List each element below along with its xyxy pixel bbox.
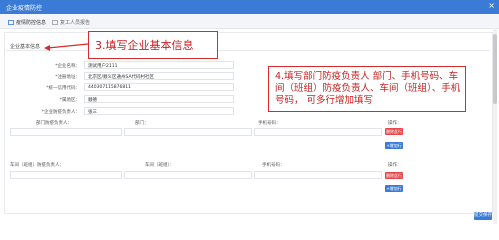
dept-delete-row-button[interactable]: 删除此行 — [385, 128, 403, 135]
company-contact-input[interactable] — [84, 107, 234, 115]
team-contact-input[interactable] — [10, 171, 122, 179]
dept-input[interactable] — [124, 128, 252, 136]
team-add-row-button[interactable]: +增加行 — [385, 185, 403, 192]
annotation-arrow — [44, 43, 89, 51]
field-label-credit-code: *统一信用代码： — [46, 86, 80, 91]
tab-epidemic-info[interactable]: 疫情防控信息 — [8, 19, 46, 27]
save-button[interactable]: 提交保存 — [474, 212, 492, 220]
team-header: 车间（班组）： — [145, 163, 175, 168]
region-value: 顺德 — [88, 98, 97, 103]
field-label-company-name: *企业名称： — [55, 64, 80, 69]
dept-header: 部门： — [135, 121, 149, 126]
section-title: 企业基本信息 — [10, 44, 41, 50]
window-title: 企业疫情防控 — [6, 5, 43, 12]
dept-action-header: 操作： — [388, 121, 402, 126]
team-input[interactable] — [124, 171, 252, 179]
region-select[interactable] — [84, 95, 234, 103]
team-phone-input[interactable] — [254, 171, 382, 179]
annotation-step4-box: 4.填写部门防疫负责人 部门、手机号码、车间（班组）防疫负责人、车间（班组）、手… — [268, 66, 466, 112]
credit-code-value: 440307115876811 — [88, 85, 131, 90]
address-value: 北京区/顺义区通州SA代码村社区 — [88, 75, 155, 80]
tab-label: 复工人员报告 — [60, 20, 91, 26]
annotation-step3-text: 3.填写企业基本信息 — [95, 39, 194, 52]
dept-phone-input[interactable] — [254, 128, 382, 136]
team-phone-header: 手机号码： — [262, 163, 285, 168]
dept-phone-header: 手机号码： — [258, 121, 281, 126]
document-icon — [8, 20, 14, 25]
app-window: 企业疫情防控 × 疫情防控信息 复工人员报告 企业基本信息 *企业名称： 测试用… — [0, 0, 499, 228]
field-label-region: *属地区： — [59, 98, 80, 103]
team-action-header: 操作： — [388, 163, 402, 168]
scrollbar-thumb[interactable] — [493, 34, 497, 104]
dept-contact-input[interactable] — [10, 128, 122, 136]
tab-bar: 疫情防控信息 复工人员报告 — [0, 14, 499, 29]
tab-label: 疫情防控信息 — [16, 20, 47, 26]
company-name-value: 测试用户2111 — [88, 64, 118, 69]
document-icon — [52, 20, 58, 25]
close-icon[interactable]: × — [488, 2, 495, 10]
title-bar: 企业疫情防控 × — [0, 0, 499, 14]
annotation-step4-text: 4.填写部门防疫负责人 部门、手机号码、车间（班组）防疫负责人、车间（班组）、手… — [275, 71, 461, 106]
field-label-company-contact: *企业防疫负责人： — [41, 110, 80, 115]
tab-return-report[interactable]: 复工人员报告 — [52, 19, 90, 27]
annotation-step3-box: 3.填写企业基本信息 — [88, 31, 218, 59]
company-contact-value: 张三 — [88, 110, 97, 115]
team-delete-row-button[interactable]: 删除此行 — [385, 172, 403, 179]
dept-add-row-button[interactable]: +增加行 — [385, 142, 403, 149]
field-label-address: *注册地址： — [55, 75, 80, 80]
content-panel — [4, 32, 493, 214]
dept-contact-header: 部门防疫负责人： — [36, 121, 72, 126]
team-contact-header: 车间（班组）防疫负责人： — [10, 163, 64, 168]
